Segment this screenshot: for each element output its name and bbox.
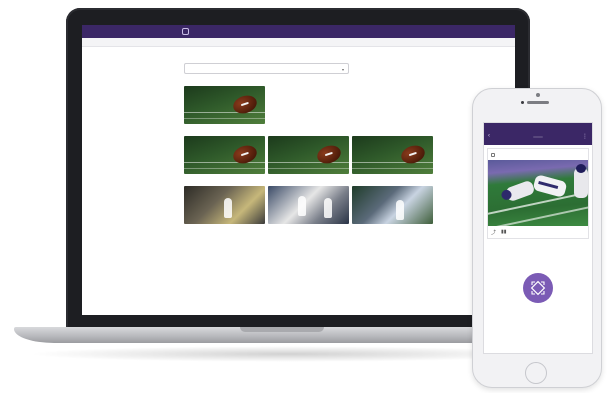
video-card[interactable] bbox=[184, 136, 265, 174]
video-card[interactable] bbox=[268, 186, 349, 224]
clip-icon bbox=[491, 152, 495, 157]
video-card[interactable] bbox=[352, 136, 433, 174]
laptop-screen: ▾ bbox=[82, 25, 515, 315]
phone-screen: ‹ ⋮ ⤴ ▮▮ bbox=[483, 122, 593, 354]
yard-line bbox=[488, 200, 588, 226]
player-image bbox=[224, 198, 232, 218]
football-image bbox=[230, 92, 260, 117]
media-card[interactable]: ⤴ ▮▮ bbox=[487, 148, 589, 239]
player-image bbox=[324, 198, 332, 218]
player-image bbox=[574, 164, 588, 198]
phone-device: ‹ ⋮ ⤴ ▮▮ bbox=[472, 88, 602, 388]
chevron-down-icon: ▾ bbox=[341, 67, 344, 72]
web-main-content: ▾ bbox=[184, 55, 434, 224]
home-button[interactable] bbox=[525, 362, 547, 384]
front-camera bbox=[536, 93, 540, 97]
web-top-navigation-bar bbox=[82, 25, 515, 38]
player-image bbox=[500, 179, 536, 203]
football-image bbox=[398, 142, 428, 167]
stats-icon[interactable]: ▮▮ bbox=[501, 229, 507, 235]
media-card-actions: ⤴ ▮▮ bbox=[488, 226, 588, 238]
capture-icon bbox=[530, 280, 546, 296]
player-image bbox=[298, 196, 306, 216]
chevron-left-icon[interactable]: ‹ bbox=[488, 133, 490, 139]
player-image bbox=[532, 174, 568, 198]
laptop-shadow bbox=[28, 346, 548, 362]
player-image bbox=[396, 200, 404, 220]
logo-icon[interactable] bbox=[182, 28, 189, 35]
overflow-menu-icon[interactable]: ⋮ bbox=[582, 133, 588, 140]
capture-button[interactable] bbox=[523, 273, 553, 303]
football-image bbox=[230, 142, 260, 167]
device-mockup-scene: ▾ ‹ ⋮ ⤴ ▮▮ bbox=[0, 0, 615, 393]
video-card[interactable] bbox=[184, 86, 265, 124]
app-bar: ‹ ⋮ bbox=[484, 129, 592, 145]
football-action-photo[interactable] bbox=[488, 160, 588, 226]
proximity-sensor bbox=[521, 101, 524, 104]
app-title bbox=[533, 136, 543, 138]
card-row bbox=[184, 186, 434, 224]
video-card[interactable] bbox=[352, 186, 433, 224]
card-row bbox=[184, 136, 434, 174]
filter-select[interactable]: ▾ bbox=[184, 63, 349, 74]
share-icon[interactable]: ⤴ bbox=[491, 229, 496, 236]
video-card[interactable] bbox=[184, 186, 265, 224]
earpiece-speaker bbox=[527, 101, 549, 104]
video-card[interactable] bbox=[268, 136, 349, 174]
card-row bbox=[184, 86, 434, 124]
media-card-header bbox=[488, 149, 588, 160]
football-image bbox=[314, 142, 344, 167]
web-sub-navigation bbox=[82, 38, 515, 47]
laptop-opening-notch bbox=[240, 327, 324, 332]
